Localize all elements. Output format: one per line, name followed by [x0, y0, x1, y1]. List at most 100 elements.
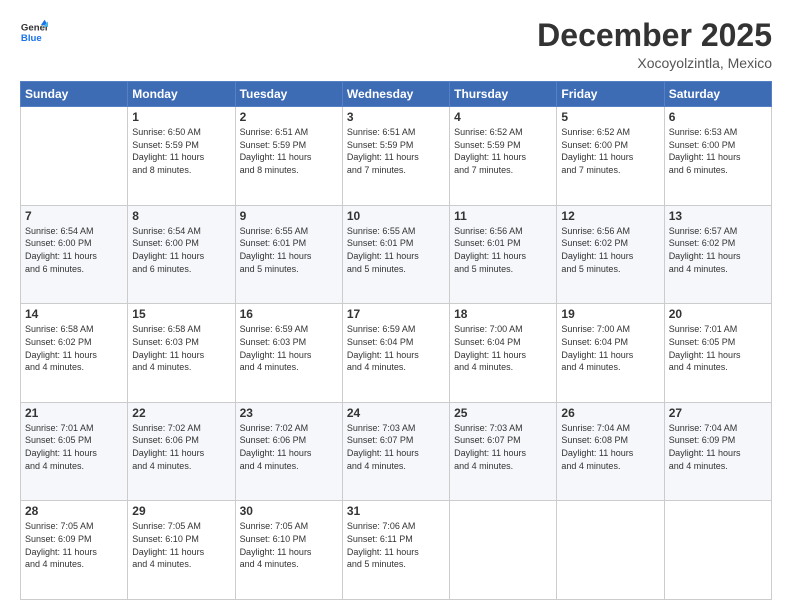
- table-row: 13Sunrise: 6:57 AMSunset: 6:02 PMDayligh…: [664, 205, 771, 304]
- table-row: 28 Sunrise: 7:05 AMSunset: 6:09 PMDayligh…: [21, 501, 128, 600]
- day-number: 29: [132, 504, 230, 518]
- day-number: 28: [25, 504, 123, 518]
- table-row: 26 Sunrise: 7:04 AMSunset: 6:08 PMDayligh…: [557, 402, 664, 501]
- cell-content: Sunrise: 7:00 AMSunset: 6:04 PMDaylight:…: [561, 323, 659, 373]
- cell-content: Sunrise: 6:52 AMSunset: 6:00 PMDaylight:…: [561, 126, 659, 176]
- table-row: 19 Sunrise: 7:00 AMSunset: 6:04 PMDayligh…: [557, 304, 664, 403]
- page: General Blue December 2025 Xocoyolzintla…: [0, 0, 792, 612]
- day-number: 17: [347, 307, 445, 321]
- table-row: 29 Sunrise: 7:05 AMSunset: 6:10 PMDayligh…: [128, 501, 235, 600]
- calendar-week-row: 7 Sunrise: 6:54 AMSunset: 6:00 PMDaylight…: [21, 205, 772, 304]
- table-row: 11Sunrise: 6:56 AMSunset: 6:01 PMDayligh…: [450, 205, 557, 304]
- cell-content: Sunrise: 7:04 AMSunset: 6:08 PMDaylight:…: [561, 422, 659, 472]
- day-number: 20: [669, 307, 767, 321]
- table-row: 25 Sunrise: 7:03 AMSunset: 6:07 PMDayligh…: [450, 402, 557, 501]
- col-saturday: Saturday: [664, 82, 771, 107]
- cell-content: Sunrise: 7:03 AMSunset: 6:07 PMDaylight:…: [454, 422, 552, 472]
- table-row: 22Sunrise: 7:02 AMSunset: 6:06 PMDayligh…: [128, 402, 235, 501]
- day-number: 8: [132, 209, 230, 223]
- cell-content: Sunrise: 6:51 AMSunset: 5:59 PMDaylight:…: [347, 126, 445, 176]
- table-row: 21 Sunrise: 7:01 AMSunset: 6:05 PMDayligh…: [21, 402, 128, 501]
- calendar-header-row: Sunday Monday Tuesday Wednesday Thursday…: [21, 82, 772, 107]
- cell-content: Sunrise: 6:52 AMSunset: 5:59 PMDaylight:…: [454, 126, 552, 176]
- logo: General Blue: [20, 18, 48, 46]
- cell-content: Sunrise: 7:05 AMSunset: 6:09 PMDaylight:…: [25, 520, 123, 570]
- day-number: 2: [240, 110, 338, 124]
- cell-content: Sunrise: 6:55 AMSunset: 6:01 PMDaylight:…: [347, 225, 445, 275]
- cell-content: Sunrise: 6:53 AMSunset: 6:00 PMDaylight:…: [669, 126, 767, 176]
- title-block: December 2025 Xocoyolzintla, Mexico: [537, 18, 772, 71]
- cell-content: Sunrise: 6:55 AMSunset: 6:01 PMDaylight:…: [240, 225, 338, 275]
- day-number: 31: [347, 504, 445, 518]
- cell-content: Sunrise: 6:51 AMSunset: 5:59 PMDaylight:…: [240, 126, 338, 176]
- table-row: 10 Sunrise: 6:55 AMSunset: 6:01 PMDayligh…: [342, 205, 449, 304]
- table-row: 2 Sunrise: 6:51 AMSunset: 5:59 PMDaylight…: [235, 107, 342, 206]
- day-number: 1: [132, 110, 230, 124]
- table-row: [450, 501, 557, 600]
- day-number: 4: [454, 110, 552, 124]
- table-row: 16Sunrise: 6:59 AMSunset: 6:03 PMDayligh…: [235, 304, 342, 403]
- day-number: 21: [25, 406, 123, 420]
- table-row: [21, 107, 128, 206]
- col-sunday: Sunday: [21, 82, 128, 107]
- cell-content: Sunrise: 6:56 AMSunset: 6:01 PMDaylight:…: [454, 225, 552, 275]
- day-number: 9: [240, 209, 338, 223]
- table-row: 5 Sunrise: 6:52 AMSunset: 6:00 PMDaylight…: [557, 107, 664, 206]
- cell-content: Sunrise: 7:03 AMSunset: 6:07 PMDaylight:…: [347, 422, 445, 472]
- day-number: 19: [561, 307, 659, 321]
- col-monday: Monday: [128, 82, 235, 107]
- main-title: December 2025: [537, 18, 772, 53]
- subtitle: Xocoyolzintla, Mexico: [537, 55, 772, 71]
- cell-content: Sunrise: 7:01 AMSunset: 6:05 PMDaylight:…: [669, 323, 767, 373]
- calendar-week-row: 14 Sunrise: 6:58 AMSunset: 6:02 PMDayligh…: [21, 304, 772, 403]
- col-friday: Friday: [557, 82, 664, 107]
- table-row: 8 Sunrise: 6:54 AMSunset: 6:00 PMDaylight…: [128, 205, 235, 304]
- calendar-week-row: 1 Sunrise: 6:50 AMSunset: 5:59 PMDaylight…: [21, 107, 772, 206]
- table-row: 31Sunrise: 7:06 AMSunset: 6:11 PMDayligh…: [342, 501, 449, 600]
- day-number: 24: [347, 406, 445, 420]
- day-number: 14: [25, 307, 123, 321]
- table-row: 27Sunrise: 7:04 AMSunset: 6:09 PMDayligh…: [664, 402, 771, 501]
- calendar-week-row: 28 Sunrise: 7:05 AMSunset: 6:09 PMDayligh…: [21, 501, 772, 600]
- cell-content: Sunrise: 6:56 AMSunset: 6:02 PMDaylight:…: [561, 225, 659, 275]
- table-row: 20 Sunrise: 7:01 AMSunset: 6:05 PMDayligh…: [664, 304, 771, 403]
- day-number: 15: [132, 307, 230, 321]
- calendar-table: Sunday Monday Tuesday Wednesday Thursday…: [20, 81, 772, 600]
- cell-content: Sunrise: 6:59 AMSunset: 6:03 PMDaylight:…: [240, 323, 338, 373]
- col-wednesday: Wednesday: [342, 82, 449, 107]
- table-row: 30 Sunrise: 7:05 AMSunset: 6:10 PMDayligh…: [235, 501, 342, 600]
- table-row: 7 Sunrise: 6:54 AMSunset: 6:00 PMDaylight…: [21, 205, 128, 304]
- cell-content: Sunrise: 7:05 AMSunset: 6:10 PMDaylight:…: [132, 520, 230, 570]
- table-row: [557, 501, 664, 600]
- col-tuesday: Tuesday: [235, 82, 342, 107]
- cell-content: Sunrise: 6:58 AMSunset: 6:03 PMDaylight:…: [132, 323, 230, 373]
- day-number: 27: [669, 406, 767, 420]
- header: General Blue December 2025 Xocoyolzintla…: [20, 18, 772, 71]
- day-number: 30: [240, 504, 338, 518]
- cell-content: Sunrise: 6:54 AMSunset: 6:00 PMDaylight:…: [25, 225, 123, 275]
- cell-content: Sunrise: 7:05 AMSunset: 6:10 PMDaylight:…: [240, 520, 338, 570]
- day-number: 5: [561, 110, 659, 124]
- svg-text:Blue: Blue: [21, 33, 42, 44]
- day-number: 10: [347, 209, 445, 223]
- day-number: 7: [25, 209, 123, 223]
- table-row: 23Sunrise: 7:02 AMSunset: 6:06 PMDayligh…: [235, 402, 342, 501]
- calendar-week-row: 21 Sunrise: 7:01 AMSunset: 6:05 PMDayligh…: [21, 402, 772, 501]
- cell-content: Sunrise: 7:01 AMSunset: 6:05 PMDaylight:…: [25, 422, 123, 472]
- day-number: 3: [347, 110, 445, 124]
- day-number: 25: [454, 406, 552, 420]
- table-row: 15 Sunrise: 6:58 AMSunset: 6:03 PMDayligh…: [128, 304, 235, 403]
- cell-content: Sunrise: 7:02 AMSunset: 6:06 PMDaylight:…: [240, 422, 338, 472]
- table-row: 12Sunrise: 6:56 AMSunset: 6:02 PMDayligh…: [557, 205, 664, 304]
- cell-content: Sunrise: 7:02 AMSunset: 6:06 PMDaylight:…: [132, 422, 230, 472]
- cell-content: Sunrise: 6:54 AMSunset: 6:00 PMDaylight:…: [132, 225, 230, 275]
- table-row: 1 Sunrise: 6:50 AMSunset: 5:59 PMDaylight…: [128, 107, 235, 206]
- table-row: [664, 501, 771, 600]
- table-row: 24 Sunrise: 7:03 AMSunset: 6:07 PMDayligh…: [342, 402, 449, 501]
- table-row: 9 Sunrise: 6:55 AMSunset: 6:01 PMDaylight…: [235, 205, 342, 304]
- day-number: 26: [561, 406, 659, 420]
- cell-content: Sunrise: 6:58 AMSunset: 6:02 PMDaylight:…: [25, 323, 123, 373]
- cell-content: Sunrise: 6:50 AMSunset: 5:59 PMDaylight:…: [132, 126, 230, 176]
- col-thursday: Thursday: [450, 82, 557, 107]
- cell-content: Sunrise: 7:00 AMSunset: 6:04 PMDaylight:…: [454, 323, 552, 373]
